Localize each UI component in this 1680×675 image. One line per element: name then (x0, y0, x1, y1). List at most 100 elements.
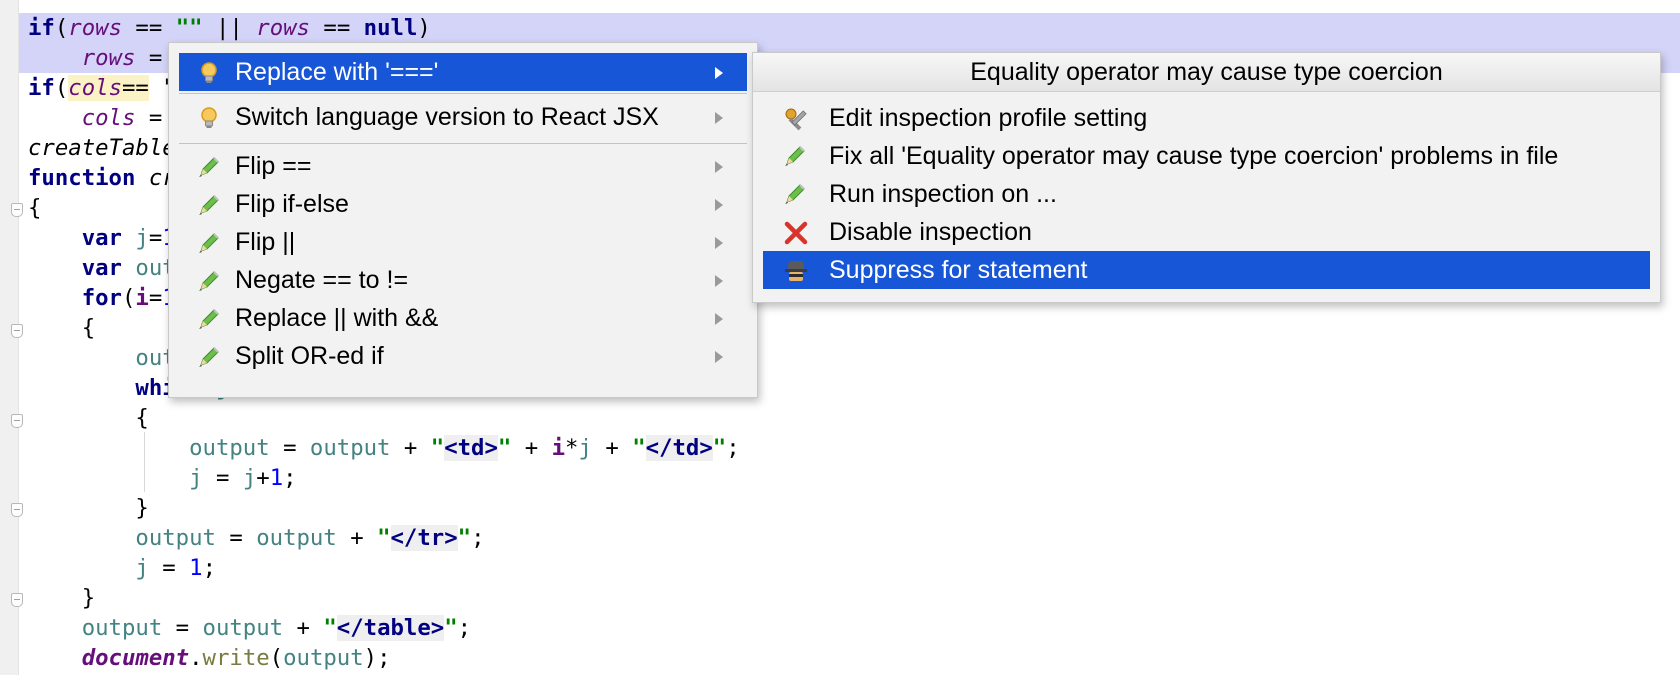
code-token: output (256, 525, 337, 551)
fold-marker[interactable] (11, 503, 23, 517)
pencil-icon (783, 144, 809, 170)
submenu-title: Equality operator may cause type coercio… (753, 53, 1660, 92)
code-token: " (712, 435, 727, 461)
code-token: output (283, 645, 364, 671)
submenu-arrow-icon (715, 275, 723, 287)
code-line[interactable]: j = 1; (28, 553, 216, 583)
menu-item-negate-equals[interactable]: Negate == to != (179, 261, 747, 299)
code-token: output (135, 525, 216, 551)
code-token: i (551, 435, 566, 461)
code-token: + (511, 435, 552, 461)
bulb-icon (197, 61, 221, 85)
menu-item-flip-or[interactable]: Flip || (179, 223, 747, 261)
code-token: " (323, 615, 337, 641)
code-token: </tr> (390, 525, 458, 551)
code-token: ; (457, 615, 472, 641)
pencil-icon (197, 155, 221, 179)
menu-separator (179, 93, 747, 94)
code-line[interactable]: } (28, 583, 95, 613)
code-token: + (591, 435, 633, 461)
menu-item-switch-language-version[interactable]: Switch language version to React JSX (179, 98, 747, 136)
menu-item-split-ored-if[interactable]: Split OR-ed if (179, 337, 747, 375)
code-line[interactable]: } (28, 493, 149, 523)
code-token: document (81, 645, 190, 671)
fold-marker[interactable] (11, 203, 23, 217)
submenu-arrow-icon (715, 161, 723, 173)
menu-item-flip-equals[interactable]: Flip == (179, 147, 747, 185)
fold-marker[interactable] (11, 593, 23, 607)
code-line[interactable]: if(rows == "" || rows == null) (28, 13, 431, 43)
code-token: ( (54, 15, 69, 41)
code-token: == (122, 15, 176, 41)
code-token: " (497, 435, 512, 461)
code-token: j (135, 555, 149, 581)
submenu-item-fix-all[interactable]: Fix all 'Equality operator may cause typ… (763, 137, 1650, 175)
code-token: . (189, 645, 203, 671)
code-token: + (390, 435, 431, 461)
submenu-item-suppress-for-statement[interactable]: Suppress for statement (763, 251, 1650, 289)
code-line[interactable]: output = output + "</tr>"; (28, 523, 485, 553)
code-token: 1 (189, 555, 203, 581)
code-line[interactable]: j = j+1; (28, 463, 296, 493)
submenu-item-disable-inspection[interactable]: Disable inspection (763, 213, 1650, 251)
pencil-icon (197, 231, 221, 255)
code-token: = (148, 555, 190, 581)
code-token: = (162, 615, 203, 641)
code-token: ( (121, 285, 136, 311)
pencil-icon (197, 345, 221, 369)
code-token: + (336, 525, 378, 551)
code-line[interactable]: output = output + "<td>" + i*j + "</td>"… (28, 433, 740, 463)
code-line[interactable]: { (28, 313, 95, 343)
code-line[interactable]: { (28, 193, 41, 223)
code-token: </table> (336, 615, 445, 641)
code-token: null (363, 15, 418, 41)
code-token: " (430, 435, 445, 461)
intention-actions-menu: Replace with '===' Switch language versi… (168, 42, 758, 398)
code-line[interactable]: output = output + "</table>"; (28, 613, 471, 643)
suppress-icon (783, 258, 809, 284)
code-token: } (28, 495, 149, 521)
code-token: "" (175, 15, 203, 41)
submenu-arrow-icon (715, 67, 723, 79)
code-token: cols (68, 75, 122, 101)
code-token: = (215, 525, 257, 551)
code-line[interactable]: document.write(output); (28, 643, 391, 673)
code-token: { (28, 195, 42, 221)
code-token: cols (81, 105, 136, 131)
code-token: ); (363, 645, 391, 671)
submenu-item-edit-inspection-profile[interactable]: Edit inspection profile setting (763, 99, 1650, 137)
code-token: ) (417, 15, 431, 41)
code-line[interactable]: { (28, 403, 149, 433)
code-token: " (444, 615, 458, 641)
code-token: " (457, 525, 472, 551)
menu-item-flip-if-else[interactable]: Flip if-else (179, 185, 747, 223)
code-token: for (81, 285, 122, 311)
submenu-item-run-inspection[interactable]: Run inspection on ... (763, 175, 1650, 213)
menu-item-replace-or-with-and[interactable]: Replace || with && (179, 299, 747, 337)
code-token: if (28, 75, 55, 101)
fold-marker[interactable] (11, 414, 23, 428)
code-token: </td> (645, 435, 713, 461)
code-token: var (81, 225, 122, 251)
code-line[interactable]: var j=1; (28, 223, 189, 253)
code-token: = (269, 435, 310, 461)
code-token: " (377, 525, 391, 551)
code-token: output (81, 615, 163, 641)
code-token: write (202, 645, 270, 671)
code-token: { (28, 405, 149, 431)
indent-guide (144, 432, 145, 492)
editor-gutter (0, 0, 23, 675)
code-token: = (202, 465, 243, 491)
menu-item-replace-with-strict-equality[interactable]: Replace with '===' (179, 53, 747, 91)
code-token: i (135, 285, 149, 311)
fold-marker[interactable] (11, 324, 23, 338)
code-token: " (632, 435, 646, 461)
bulb-icon (197, 106, 221, 130)
